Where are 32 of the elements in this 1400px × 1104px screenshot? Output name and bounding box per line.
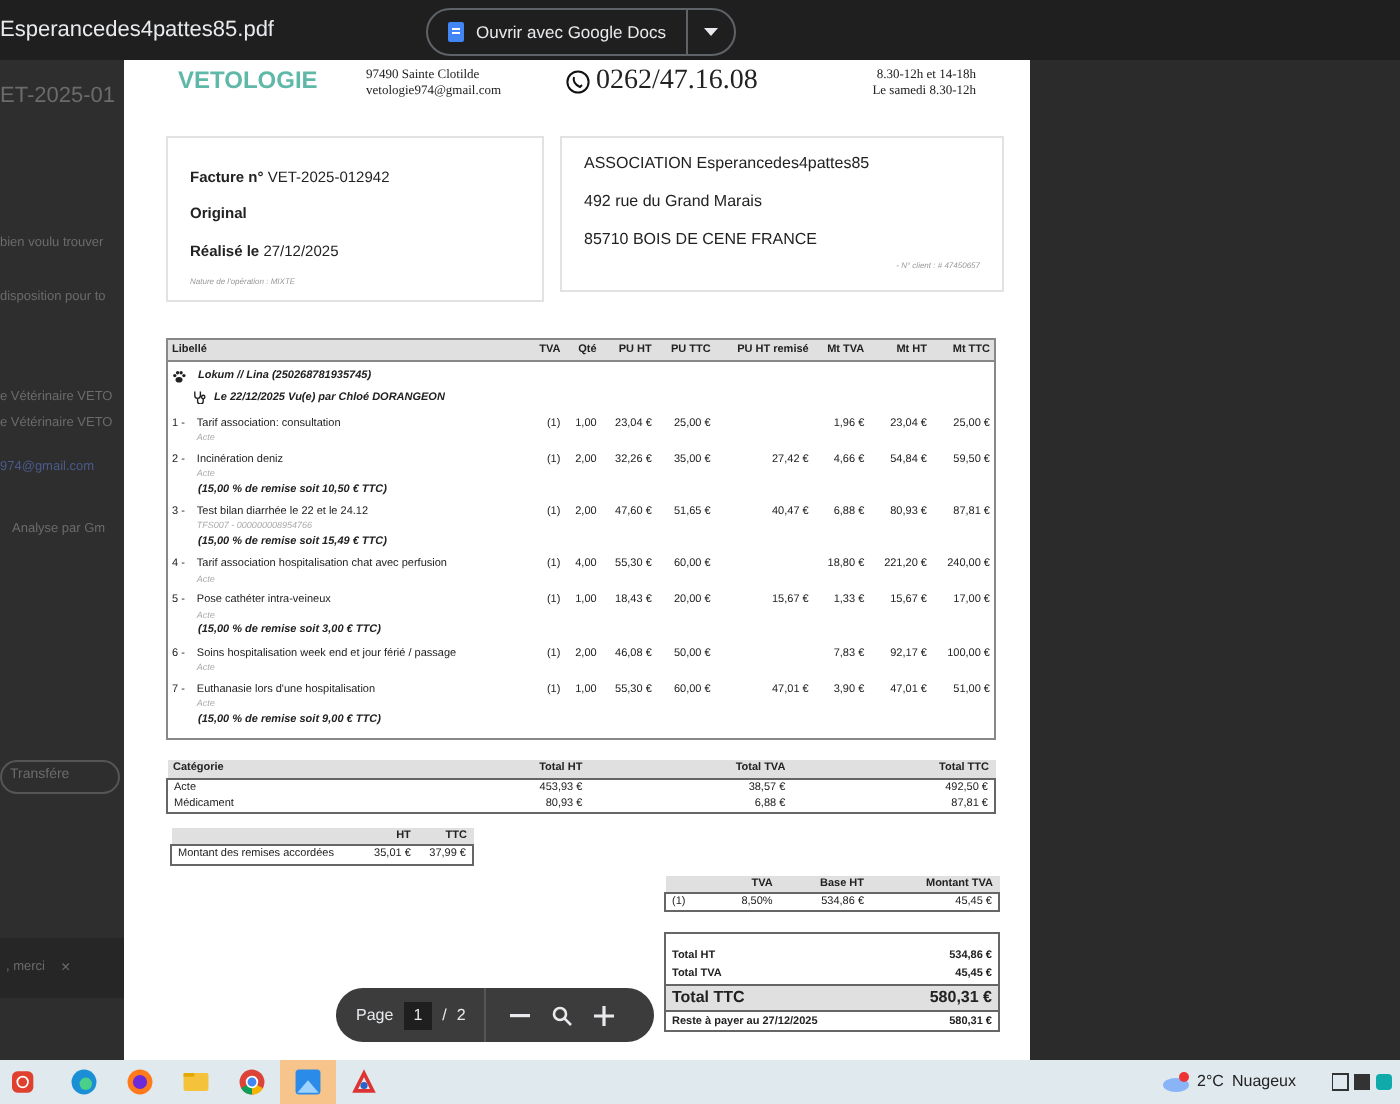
- page-label: Page: [356, 1003, 394, 1027]
- app-icon: [348, 1066, 380, 1098]
- total-value: 580,31 €: [929, 985, 992, 1009]
- app-icon: [124, 1066, 156, 1098]
- page-number-field[interactable]: 1: [403, 1001, 433, 1029]
- app-icon: [68, 1066, 100, 1098]
- client-address: 85710 BOIS DE CENE FRANCE: [584, 228, 819, 252]
- page-separator: /: [442, 1003, 447, 1027]
- caret-icon: [703, 28, 718, 36]
- close-button[interactable]: ×: [61, 955, 71, 979]
- open-with-docs-button[interactable]: Ouvrir avec Google Docs: [428, 10, 686, 54]
- paw-icon: [172, 369, 186, 384]
- app-icon: [292, 1066, 324, 1098]
- stethoscope-icon: [192, 390, 206, 405]
- logo-text: VETOLOGIE: [178, 68, 320, 92]
- page-total: 2: [456, 1003, 466, 1027]
- total-label: Total TTC: [672, 985, 745, 1009]
- client-address: ASSOCIATION Esperancedes4pattes85: [584, 152, 872, 176]
- phone-icon: [566, 70, 590, 94]
- weather-text: Nuageux: [1231, 1070, 1296, 1094]
- document-icon: [448, 22, 464, 42]
- plus-icon: [593, 1005, 614, 1025]
- subject-text: ET-2025-01: [0, 82, 117, 112]
- client-address: 492 rue du Grand Marais: [584, 190, 764, 214]
- minus-icon: [509, 1013, 530, 1017]
- phone-number: 0262/47.16.08: [596, 68, 758, 96]
- magnifier-icon: [551, 1005, 572, 1025]
- tray-icon[interactable]: [1332, 1072, 1392, 1092]
- app-icon: [236, 1066, 268, 1098]
- cloud-icon: [1161, 1072, 1190, 1092]
- file-name: Esperancedes4pattes85.pdf: [0, 15, 274, 46]
- temperature-text: 2°C: [1197, 1070, 1224, 1094]
